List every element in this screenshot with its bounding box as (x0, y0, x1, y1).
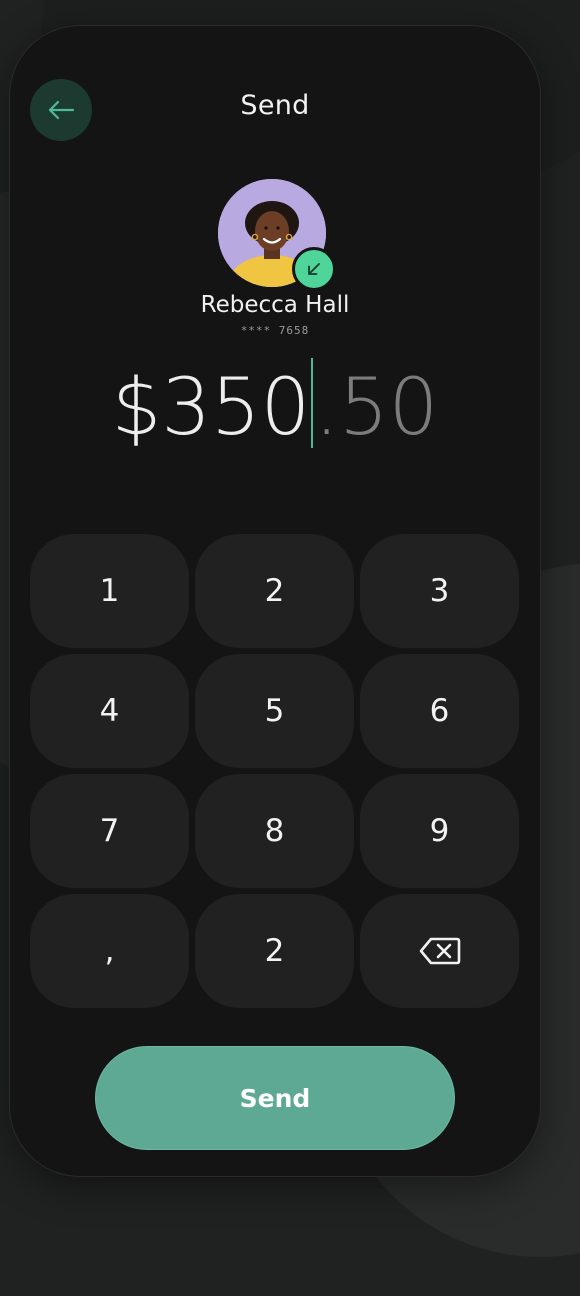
key-7[interactable]: 7 (30, 774, 189, 888)
key-5[interactable]: 5 (195, 654, 354, 768)
amount-main: $350 (111, 363, 311, 453)
amount-display[interactable]: $350.50 (10, 358, 540, 458)
backspace-icon (419, 937, 460, 965)
key-1[interactable]: 1 (30, 534, 189, 648)
backspace-button[interactable] (360, 894, 519, 1008)
key-3[interactable]: 3 (360, 534, 519, 648)
page-title: Send (240, 90, 310, 121)
incoming-badge (292, 247, 336, 291)
key-6[interactable]: 6 (360, 654, 519, 768)
recipient-name: Rebecca Hall (200, 292, 350, 318)
key-2[interactable]: 2 (195, 534, 354, 648)
amount-fraction: .50 (314, 363, 439, 453)
send-button[interactable]: Send (95, 1046, 455, 1150)
key-2-bottom[interactable]: 2 (195, 894, 354, 1008)
key-8[interactable]: 8 (195, 774, 354, 888)
phone-frame: Send Rebecca Hall **** 7658 $350.50 1 2 … (10, 26, 540, 1176)
key-comma[interactable]: , (30, 894, 189, 1008)
key-4[interactable]: 4 (30, 654, 189, 768)
text-cursor (311, 358, 314, 448)
key-9[interactable]: 9 (360, 774, 519, 888)
arrow-down-left-icon (308, 263, 320, 275)
keypad: 1 2 3 4 5 6 7 8 9 , 2 (30, 534, 520, 1008)
card-number: **** 7658 (240, 324, 310, 337)
